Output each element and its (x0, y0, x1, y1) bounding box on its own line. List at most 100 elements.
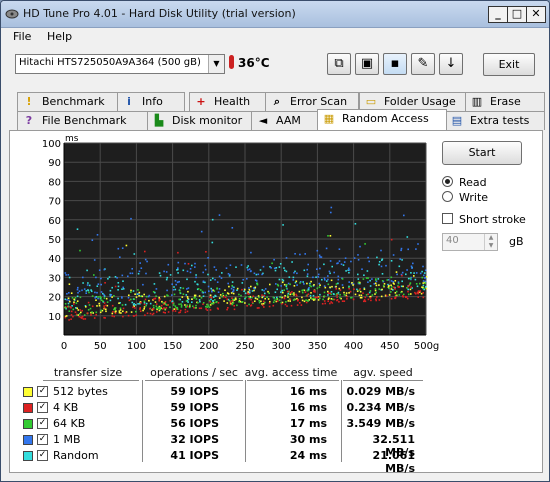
data-point (86, 269, 88, 272)
data-point (262, 265, 265, 268)
short-stroke-checkbox[interactable]: Short stroke (442, 213, 526, 226)
data-point (96, 234, 99, 236)
menu-help[interactable]: Help (47, 30, 72, 43)
data-point (369, 285, 372, 287)
speaker-icon: ◄ (258, 114, 268, 127)
data-point (167, 263, 170, 266)
data-point (236, 287, 239, 290)
series-checkbox[interactable]: ✓ (37, 386, 48, 397)
drive-select[interactable]: Hitachi HTS725050A9A364 (500 gB) ▼ (15, 54, 225, 74)
data-point (253, 272, 256, 275)
data-point (77, 309, 80, 311)
data-point (278, 299, 281, 301)
data-point (291, 291, 293, 293)
bar-chart-icon: ▙ (154, 114, 164, 127)
download-button[interactable]: ↓ (439, 53, 463, 75)
data-point (198, 307, 201, 310)
series-checkbox[interactable]: ✓ (37, 418, 48, 429)
data-point (276, 283, 279, 286)
read-radio[interactable]: Read (442, 176, 542, 189)
data-point (288, 276, 291, 278)
copy-info-button[interactable]: ⧉ (327, 53, 351, 75)
data-point (281, 302, 283, 305)
data-point (299, 302, 301, 304)
series-checkbox[interactable]: ✓ (37, 402, 48, 413)
data-point (319, 267, 321, 270)
data-point (163, 270, 165, 273)
transfer-size-cell: 1 MB (53, 433, 81, 446)
data-point (144, 298, 147, 301)
data-point (195, 304, 197, 307)
data-point (97, 296, 99, 298)
data-point (275, 267, 278, 269)
data-point (181, 296, 184, 298)
exit-button[interactable]: Exit (483, 53, 535, 76)
data-point (199, 289, 202, 291)
chart-area: 10 20 30 40 50 60 70 80 90 100 ms 0 50 100 150 200 250 30… (28, 131, 446, 364)
data-point (341, 300, 344, 302)
data-point (79, 309, 81, 311)
data-point (197, 302, 199, 304)
data-point (73, 301, 75, 303)
minimize-button[interactable]: _ (488, 6, 508, 23)
data-point (195, 276, 197, 279)
data-point (327, 278, 329, 281)
data-point (357, 281, 360, 284)
data-point (291, 261, 293, 263)
options-button[interactable]: ✎ (411, 53, 435, 75)
data-point (195, 298, 198, 300)
data-point (68, 319, 70, 321)
data-point (216, 301, 218, 303)
data-point (286, 294, 289, 297)
save-button[interactable]: ▪ (383, 53, 407, 75)
data-point (222, 292, 224, 295)
data-point (103, 307, 106, 309)
data-point (155, 303, 158, 305)
data-point (308, 287, 310, 289)
close-button[interactable]: ✕ (526, 6, 546, 23)
tab-info[interactable]: i Info (117, 92, 185, 111)
maximize-button[interactable]: □ (507, 6, 527, 23)
data-point (80, 316, 82, 319)
data-point (339, 293, 341, 296)
data-point (229, 264, 232, 266)
data-point (231, 303, 234, 306)
data-point (185, 300, 188, 302)
data-point (284, 295, 286, 297)
data-point (154, 301, 157, 303)
data-point (182, 293, 185, 295)
data-point (378, 263, 380, 266)
data-point (72, 315, 74, 318)
transfer-size-cell: 4 KB (53, 401, 79, 414)
tab-aam[interactable]: ◄ AAM (251, 111, 319, 130)
data-point (268, 305, 271, 308)
data-point (278, 266, 281, 268)
data-point (337, 262, 339, 264)
data-point (338, 248, 341, 250)
series-checkbox[interactable]: ✓ (37, 450, 48, 461)
tab-file-benchmark[interactable]: ? File Benchmark (17, 111, 149, 130)
header-access-time: avg. access time (244, 366, 338, 379)
data-point (133, 253, 136, 255)
data-point (169, 299, 172, 302)
tab-erase[interactable]: ▥ Erase (465, 92, 545, 111)
tab-disk-monitor[interactable]: ▙ Disk monitor (147, 111, 253, 130)
tab-health[interactable]: + Health (189, 92, 267, 111)
menu-file[interactable]: File (13, 30, 31, 43)
tab-random-access[interactable]: ▦ Random Access (317, 109, 447, 130)
tab-benchmark[interactable]: ! Benchmark (17, 92, 127, 111)
stroke-size-spinner[interactable]: 40 ▲ ▼ (442, 233, 498, 251)
data-point (163, 303, 165, 305)
data-point (199, 300, 201, 303)
data-point (292, 276, 295, 279)
tab-extra-tests[interactable]: ▤ Extra tests (445, 111, 545, 130)
series-checkbox[interactable]: ✓ (37, 434, 48, 445)
data-point (175, 283, 177, 286)
data-point (335, 283, 338, 285)
data-point (121, 247, 124, 249)
start-button[interactable]: Start (442, 141, 522, 165)
data-point (164, 312, 166, 314)
data-point (307, 293, 310, 295)
write-radio[interactable]: Write (442, 191, 542, 204)
copy-screenshot-button[interactable]: ▣ (355, 53, 379, 75)
